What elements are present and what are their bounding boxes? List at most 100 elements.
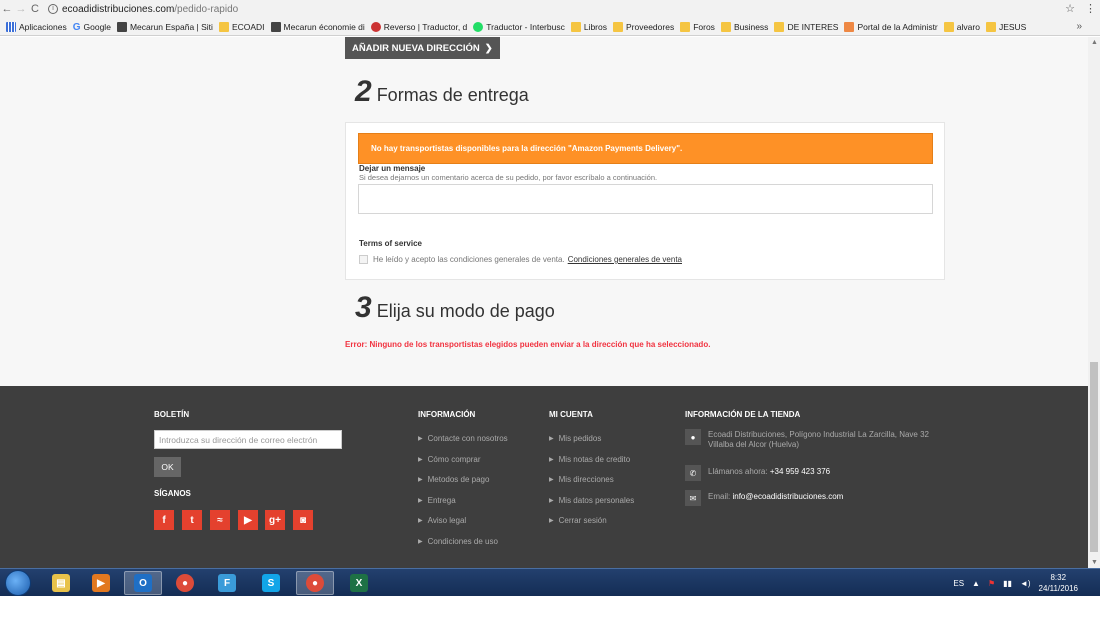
footer-link[interactable]: ▶ Condiciones de uso <box>418 537 508 558</box>
store-email[interactable]: info@ecoadidistribuciones.com <box>732 492 843 501</box>
windows-taskbar: ES ▲ ⚑ ▮▮ ◄) 8:32 24/11/2016 ▤ ▶ O ● F S ● X <box>0 568 1100 596</box>
scroll-thumb[interactable] <box>1090 362 1098 552</box>
translator-icon <box>473 21 484 32</box>
bookmark-item[interactable]: Proveedores <box>613 21 675 32</box>
newsletter-ok-button[interactable]: OK <box>154 457 181 477</box>
footer-link[interactable]: ▶ Metodos de pago <box>418 475 508 496</box>
url-field[interactable]: i ecoadidistribuciones.com/pedido-rapido <box>48 4 238 15</box>
taskbar-filezilla[interactable]: F <box>208 571 246 595</box>
page-scrollbar[interactable]: ▲ ▼ <box>1088 37 1100 568</box>
twitter-icon[interactable]: t <box>182 510 202 530</box>
bookmarks-more-icon[interactable]: » <box>1076 21 1082 32</box>
url-path: /pedido-rapido <box>174 3 239 15</box>
folder-icon <box>720 21 731 32</box>
taskbar-excel[interactable]: X <box>340 571 378 595</box>
bookmark-label: DE INTERES <box>787 21 839 32</box>
footer-link-label: Mis pedidos <box>558 434 602 443</box>
terms-checkbox[interactable] <box>359 255 368 264</box>
footer-link[interactable]: ▶ Mis notas de credito <box>549 455 634 476</box>
bookmark-label: Mecarun économie di <box>283 21 365 32</box>
bookmark-item[interactable]: ECOADI <box>218 21 265 32</box>
volume-icon[interactable]: ◄) <box>1020 579 1031 588</box>
terms-link[interactable]: Condiciones generales de venta <box>568 255 682 264</box>
store-phone-label: Llámanos ahora: <box>708 467 768 476</box>
add-address-button[interactable]: AÑADIR NUEVA DIRECCIÓN ❯ <box>345 37 500 59</box>
admin-icon <box>844 21 855 32</box>
bookmark-item[interactable]: alvaro <box>943 21 980 32</box>
facebook-icon[interactable]: f <box>154 510 174 530</box>
network-icon[interactable]: ▮▮ <box>1003 579 1012 588</box>
terms-title: Terms of service <box>359 239 422 248</box>
rss-icon[interactable]: ≈ <box>210 510 230 530</box>
bookmark-item[interactable]: Aplicaciones <box>6 21 67 32</box>
taskbar-chrome-active[interactable]: ● <box>296 571 334 595</box>
reload-icon[interactable]: C <box>28 3 42 15</box>
delivery-section-title: 2 Formas de entrega <box>355 75 529 109</box>
footer-link[interactable]: ▶ Mis direcciones <box>549 475 634 496</box>
caret-right-icon: ▶ <box>418 538 423 545</box>
bookmark-item[interactable]: Libros <box>570 21 607 32</box>
bookmark-item[interactable]: Mecarun économie di <box>270 21 365 32</box>
start-button[interactable] <box>5 570 31 596</box>
bookmark-item[interactable]: Mecarun España | Siti <box>116 21 213 32</box>
taskbar-skype[interactable]: S <box>252 571 290 595</box>
bookmark-label: alvaro <box>956 21 980 32</box>
footer-link[interactable]: ▶ Aviso legal <box>418 516 508 537</box>
footer-link[interactable]: ▶ Entrega <box>418 496 508 517</box>
clock[interactable]: 8:32 24/11/2016 <box>1039 572 1078 594</box>
bookmark-item[interactable]: JESUS <box>985 21 1026 32</box>
excel-icon: X <box>350 574 368 592</box>
language-indicator[interactable]: ES <box>953 579 964 588</box>
folder-icon <box>570 21 581 32</box>
info-title: INFORMACIÓN <box>418 410 476 419</box>
message-hint: Si desea dejarnos un comentario acerca d… <box>359 173 658 182</box>
bookmark-item[interactable]: Business <box>720 21 768 32</box>
back-arrow-icon[interactable]: ← <box>0 3 14 15</box>
bookmark-label: Mecarun España | Siti <box>129 21 213 32</box>
step-title: Formas de entrega <box>376 85 529 105</box>
step-number: 3 <box>355 291 372 324</box>
scroll-up-icon[interactable]: ▲ <box>1091 39 1098 46</box>
page-icon <box>116 21 127 32</box>
youtube-icon[interactable]: ▶ <box>238 510 258 530</box>
clock-date: 24/11/2016 <box>1038 584 1078 593</box>
footer-link[interactable]: ▶ Mis pedidos <box>549 434 634 455</box>
newsletter-email-input[interactable]: Introduzca su dirección de correo electr… <box>154 430 342 449</box>
store-address: Ecoadi Distribuciones, Polígono Industri… <box>708 430 930 449</box>
flag-icon[interactable]: ⚑ <box>988 579 995 588</box>
forward-arrow-icon[interactable]: → <box>14 3 28 15</box>
bookmark-label: Proveedores <box>626 21 675 32</box>
tray-arrow-icon[interactable]: ▲ <box>972 579 980 588</box>
site-footer: BOLETÍN Introduzca su dirección de corre… <box>0 386 1088 568</box>
account-links: ▶ Mis pedidos ▶ Mis notas de credito ▶ Mis di… <box>549 434 634 537</box>
google-plus-icon[interactable]: g+ <box>265 510 285 530</box>
bookmark-label: Aplicaciones <box>19 21 67 32</box>
bookmark-item[interactable]: Reverso | Traductor, d <box>370 21 467 32</box>
bookmark-item[interactable]: Foros <box>680 21 715 32</box>
bookmark-item[interactable]: Portal de la Administr <box>844 21 938 32</box>
browser-menu-icon[interactable]: ⋮ <box>1085 2 1096 15</box>
footer-link-label: Aviso legal <box>427 516 467 526</box>
bookmark-item[interactable]: G Google <box>73 22 111 33</box>
taskbar-chrome[interactable]: ● <box>166 571 204 595</box>
bookmark-item[interactable]: Traductor - Interbusc <box>473 21 565 32</box>
footer-link[interactable]: ▶ Cerrar sesión <box>549 516 634 537</box>
message-textarea[interactable] <box>358 184 933 214</box>
info-icon[interactable]: i <box>48 4 58 14</box>
taskbar-media-player[interactable]: ▶ <box>82 571 120 595</box>
footer-link[interactable]: ▶ Mis datos personales <box>549 496 634 517</box>
media-player-icon: ▶ <box>92 574 110 592</box>
terms-text: He leído y acepto las condiciones genera… <box>373 255 565 264</box>
scroll-down-icon[interactable]: ▼ <box>1091 559 1098 566</box>
chrome-active-icon: ● <box>306 574 324 592</box>
taskbar-explorer[interactable]: ▤ <box>42 571 80 595</box>
reverso-icon <box>370 21 381 32</box>
bookmark-item[interactable]: DE INTERES <box>774 21 839 32</box>
footer-link[interactable]: ▶ Contacte con nosotros <box>418 434 508 455</box>
taskbar-outlook[interactable]: O <box>124 571 162 595</box>
footer-link[interactable]: ▶ Cómo comprar <box>418 455 508 476</box>
folder-icon <box>985 21 996 32</box>
instagram-icon[interactable]: ◙ <box>293 510 313 530</box>
bookmark-star-icon[interactable]: ☆ <box>1065 2 1075 15</box>
system-tray: ES ▲ ⚑ ▮▮ ◄) 8:32 24/11/2016 <box>953 571 1078 595</box>
